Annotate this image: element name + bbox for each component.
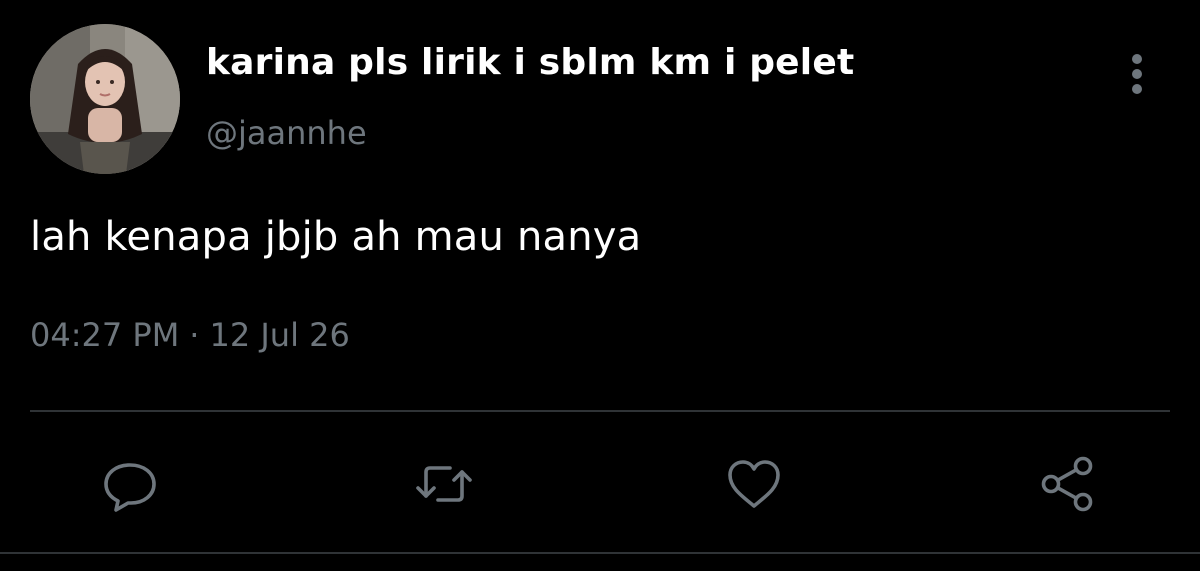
- avatar[interactable]: [30, 24, 180, 174]
- meta-separator: ·: [189, 316, 200, 354]
- heart-icon: [728, 460, 780, 508]
- retweet-button[interactable]: [412, 452, 476, 516]
- share-button[interactable]: [1036, 452, 1100, 516]
- tweet-time[interactable]: 04:27 PM: [30, 316, 179, 354]
- tweet-date[interactable]: 12 Jul 26: [209, 316, 349, 354]
- retweet-icon: [416, 466, 472, 502]
- display-name[interactable]: karina pls lirik i sblm km i pelet: [206, 42, 854, 83]
- more-dot: [1132, 69, 1142, 79]
- avatar-image: [30, 24, 180, 174]
- more-dot: [1132, 54, 1142, 64]
- tweet-meta: 04:27 PM · 12 Jul 26: [30, 316, 350, 354]
- user-handle[interactable]: @jaannhe: [206, 114, 367, 152]
- divider: [30, 410, 1170, 412]
- reply-button[interactable]: [98, 452, 162, 516]
- bottom-divider: [0, 552, 1200, 554]
- tweet-text: lah kenapa jbjb ah mau nanya: [30, 214, 642, 260]
- tweet-card: karina pls lirik i sblm km i pelet @jaan…: [0, 0, 1200, 571]
- more-dot: [1132, 84, 1142, 94]
- share-icon: [1041, 456, 1093, 512]
- more-icon[interactable]: [1118, 48, 1158, 100]
- like-button[interactable]: [722, 452, 786, 516]
- reply-icon: [104, 463, 156, 512]
